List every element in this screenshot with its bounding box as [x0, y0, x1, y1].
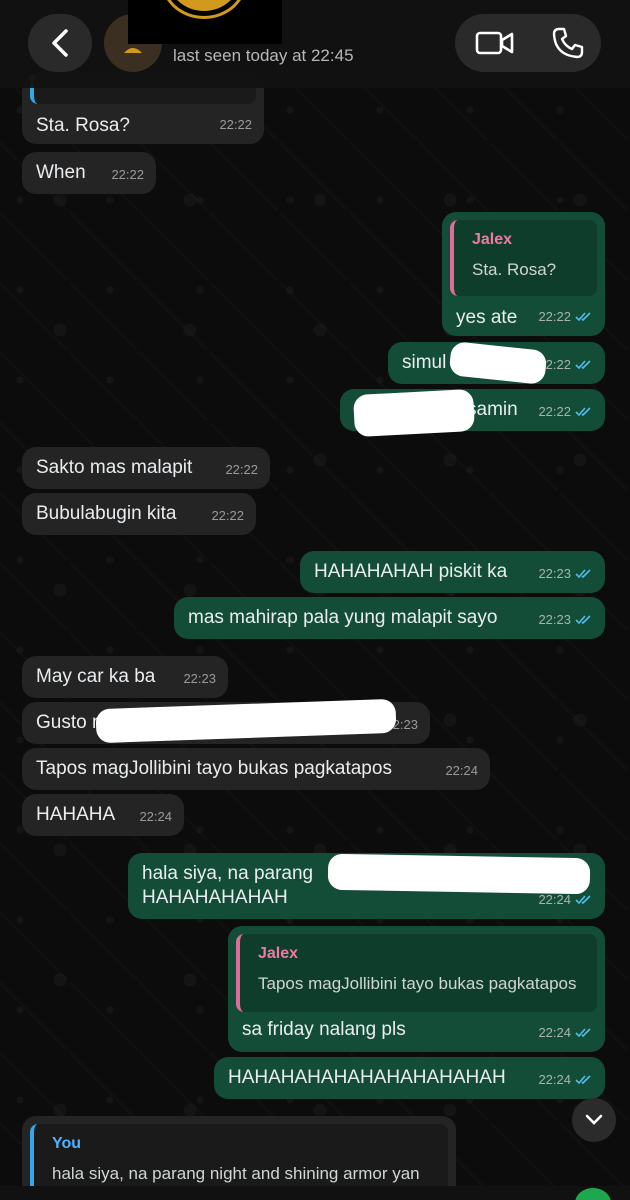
- chat-header: last seen today at 22:45: [0, 0, 630, 88]
- last-seen-status: last seen today at 22:45: [173, 46, 354, 65]
- message-text: When: [36, 162, 86, 183]
- message-text: simul: [402, 352, 447, 373]
- message-time: 22:24: [538, 1068, 593, 1092]
- scroll-to-bottom-button[interactable]: [572, 1098, 616, 1142]
- message-time: 22:23: [183, 671, 216, 686]
- message-bubble-incoming[interactable]: HAHAHA 22:24: [22, 794, 184, 836]
- message-time: 22:22: [219, 117, 252, 132]
- phone-call-icon[interactable]: [551, 26, 585, 60]
- message-bubble-outgoing[interactable]: mas mahirap pala yung malapit sayo 22:23: [174, 597, 605, 639]
- quote-author: You: [52, 1135, 82, 1152]
- read-ticks-icon: [575, 1028, 591, 1038]
- quoted-reply[interactable]: Jalex Tapos magJollibini tayo bukas pagk…: [236, 934, 597, 1012]
- message-bubble-incoming[interactable]: When 22:22: [22, 152, 156, 194]
- message-text: yes ate: [456, 307, 518, 328]
- message-time-label: 22:24: [538, 1072, 571, 1087]
- message-time-label: 22:24: [538, 1025, 571, 1040]
- input-bar: [0, 1186, 630, 1200]
- message-bubble-outgoing[interactable]: Jalex Sta. Rosa? yes ate 22:22: [442, 212, 605, 336]
- read-ticks-icon: [575, 615, 591, 625]
- read-ticks-icon: [575, 895, 591, 905]
- message-bubble-incoming[interactable]: Tapos magJollibini tayo bukas pagkatapos…: [22, 748, 490, 790]
- message-text: HAHAHA: [36, 804, 116, 825]
- message-text: samin: [467, 399, 518, 420]
- message-bubble-outgoing[interactable]: Jalex Tapos magJollibini tayo bukas pagk…: [228, 926, 605, 1052]
- message-bubble-outgoing[interactable]: HAHAHAHAHAHAHAHAHAHAH 22:24: [214, 1057, 605, 1099]
- message-time: 22:22: [538, 400, 593, 424]
- message-time: 22:22: [211, 508, 244, 523]
- back-arrow-icon: [52, 29, 68, 57]
- message-bubble-incoming[interactable]: May car ka ba 22:23: [22, 656, 228, 698]
- message-bubble-incoming[interactable]: Sakto mas malapit 22:22: [22, 447, 270, 489]
- message-text: sa friday nalang pls: [242, 1019, 406, 1040]
- message-text: Tapos magJollibini tayo bukas pagkatapos: [36, 758, 392, 779]
- message-text: Sta. Rosa?: [36, 115, 130, 136]
- call-buttons: [455, 14, 601, 72]
- message-time-label: 22:23: [538, 612, 571, 627]
- quote-text: hala siya, na parang night and shining a…: [52, 1164, 420, 1183]
- message-time: 22:24: [538, 1021, 593, 1045]
- message-bubble-incoming[interactable]: Bubulabugin kita 22:22: [22, 493, 256, 535]
- quote-author: Jalex: [258, 945, 299, 962]
- message-time: 22:24: [445, 763, 478, 778]
- read-ticks-icon: [575, 569, 591, 579]
- quote-text: Sta. Rosa?: [472, 260, 557, 279]
- message-text: HAHAHAHAHAHAHAHAHAHAH: [228, 1067, 506, 1088]
- message-bubble-outgoing[interactable]: HAHAHAHAH piskit ka 22:23: [300, 551, 605, 593]
- message-time: 22:24: [139, 809, 172, 824]
- read-ticks-icon: [575, 407, 591, 417]
- read-ticks-icon: [575, 360, 591, 370]
- quote-text: Tapos magJollibini tayo bukas pagkatapos: [258, 974, 577, 993]
- message-time: 22:23: [538, 562, 593, 586]
- message-text: Bubulabugin kita: [36, 503, 177, 524]
- quoted-reply[interactable]: Jalex Sta. Rosa?: [450, 220, 597, 296]
- back-button[interactable]: [28, 14, 92, 72]
- message-time: 22:22: [225, 462, 258, 477]
- message-text: HAHAHAHAH piskit ka: [314, 561, 508, 582]
- message-time: 22:22: [538, 353, 593, 377]
- message-text: Sakto mas malapit: [36, 457, 193, 478]
- quote-author: Jalex: [472, 231, 513, 248]
- video-call-icon[interactable]: [475, 28, 515, 58]
- message-text: May car ka ba: [36, 666, 156, 687]
- chevron-down-icon: [585, 1114, 603, 1125]
- message-list[interactable]: Sta. Rosa? 22:22 When 22:22 Jalex Sta. R…: [0, 0, 630, 1200]
- message-time: 22:22: [111, 167, 144, 182]
- photo-sun-shape: [164, 0, 244, 16]
- read-ticks-icon: [575, 312, 591, 322]
- message-time-label: 22:22: [538, 309, 571, 324]
- redaction-mark: [327, 853, 591, 895]
- message-time: 22:23: [538, 608, 593, 632]
- message-time-label: 22:22: [538, 404, 571, 419]
- read-ticks-icon: [575, 1075, 591, 1085]
- contact-photo: [128, 0, 282, 44]
- message-time-label: 22:23: [538, 566, 571, 581]
- message-time: 22:22: [538, 305, 593, 329]
- message-text: mas mahirap pala yung malapit sayo: [188, 607, 498, 628]
- redaction-mark: [352, 388, 476, 438]
